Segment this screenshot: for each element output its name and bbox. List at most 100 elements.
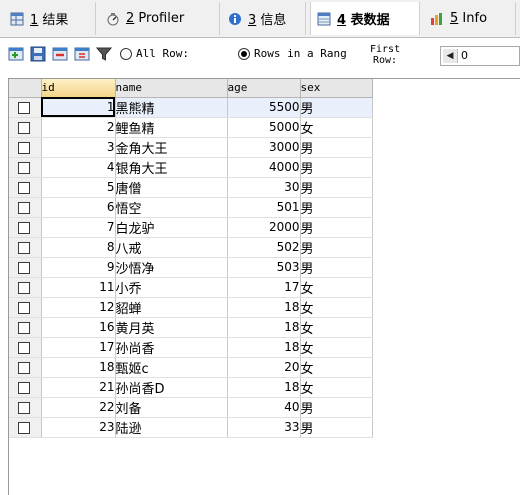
header-select-column[interactable] (9, 79, 42, 98)
cell-id[interactable]: 16 (41, 317, 116, 338)
cell-age[interactable]: 3000 (227, 137, 301, 158)
cell-id[interactable]: 23 (41, 417, 116, 438)
cell-age[interactable]: 502 (227, 237, 301, 258)
table-row[interactable]: 3 金角大王 3000 男 (9, 137, 373, 158)
cell-name[interactable]: 小乔 (115, 277, 228, 298)
cell-sex[interactable]: 男 (300, 257, 373, 278)
row-checkbox[interactable] (18, 222, 30, 234)
cell-sex[interactable]: 男 (300, 177, 373, 198)
delete-row-icon[interactable] (52, 46, 68, 62)
row-select-cell[interactable] (9, 397, 42, 418)
row-select-cell[interactable] (9, 317, 42, 338)
cell-sex[interactable]: 女 (300, 297, 373, 318)
table-row[interactable]: 16 黄月英 18 女 (9, 317, 373, 338)
cell-age[interactable]: 17 (227, 277, 301, 298)
cell-name[interactable]: 八戒 (115, 237, 228, 258)
cell-sex[interactable]: 男 (300, 417, 373, 438)
row-checkbox[interactable] (18, 142, 30, 154)
row-checkbox[interactable] (18, 362, 30, 374)
cell-age[interactable]: 18 (227, 377, 301, 398)
row-checkbox[interactable] (18, 422, 30, 434)
cell-id[interactable]: 18 (41, 357, 116, 378)
cell-id[interactable]: 22 (41, 397, 116, 418)
cell-name[interactable]: 黑熊精 (115, 97, 228, 118)
row-select-cell[interactable] (9, 297, 42, 318)
cell-id[interactable]: 4 (41, 157, 116, 178)
tab-table-data[interactable]: 4 表数据 (310, 2, 420, 35)
row-select-cell[interactable] (9, 357, 42, 378)
table-row[interactable]: 4 银角大王 4000 男 (9, 157, 373, 178)
row-select-cell[interactable] (9, 337, 42, 358)
cell-age[interactable]: 5500 (227, 97, 301, 118)
table-row[interactable]: 9 沙悟净 503 男 (9, 257, 373, 278)
cell-name[interactable]: 白龙驴 (115, 217, 228, 238)
row-checkbox[interactable] (18, 382, 30, 394)
cell-age[interactable]: 2000 (227, 217, 301, 238)
cell-age[interactable]: 501 (227, 197, 301, 218)
row-select-cell[interactable] (9, 377, 42, 398)
refresh-icon[interactable] (74, 46, 90, 62)
cell-sex[interactable]: 女 (300, 377, 373, 398)
cell-age[interactable]: 40 (227, 397, 301, 418)
insert-row-icon[interactable] (8, 46, 24, 62)
tab-profiler[interactable]: 2 Profiler (100, 2, 220, 35)
cell-name[interactable]: 鲤鱼精 (115, 117, 228, 138)
cell-id[interactable]: 12 (41, 297, 116, 318)
row-checkbox[interactable] (18, 282, 30, 294)
row-select-cell[interactable] (9, 257, 42, 278)
table-row[interactable]: 12 貂蝉 18 女 (9, 297, 373, 318)
column-header-name[interactable]: name (115, 79, 228, 98)
cell-sex[interactable]: 女 (300, 357, 373, 378)
column-header-sex[interactable]: sex (300, 79, 373, 98)
save-icon[interactable] (30, 46, 46, 62)
row-checkbox[interactable] (18, 182, 30, 194)
table-row[interactable]: 6 悟空 501 男 (9, 197, 373, 218)
row-checkbox[interactable] (18, 242, 30, 254)
table-row[interactable]: 1 黑熊精 5500 男 (9, 97, 373, 118)
table-row[interactable]: 7 白龙驴 2000 男 (9, 217, 373, 238)
cell-age[interactable]: 503 (227, 257, 301, 278)
row-select-cell[interactable] (9, 177, 42, 198)
cell-id[interactable]: 9 (41, 257, 116, 278)
table-row[interactable]: 18 甄姬c 20 女 (9, 357, 373, 378)
cell-id[interactable]: 17 (41, 337, 116, 358)
cell-age[interactable]: 18 (227, 337, 301, 358)
cell-id[interactable]: 2 (41, 117, 116, 138)
row-checkbox[interactable] (18, 322, 30, 334)
cell-age[interactable]: 4000 (227, 157, 301, 178)
table-row[interactable]: 5 唐僧 30 男 (9, 177, 373, 198)
tab-info[interactable]: 3 信息 (222, 2, 306, 35)
row-checkbox[interactable] (18, 202, 30, 214)
row-select-cell[interactable] (9, 217, 42, 238)
cell-age[interactable]: 18 (227, 297, 301, 318)
cell-sex[interactable]: 男 (300, 397, 373, 418)
cell-name[interactable]: 黄月英 (115, 317, 228, 338)
row-checkbox[interactable] (18, 342, 30, 354)
cell-age[interactable]: 5000 (227, 117, 301, 138)
cell-name[interactable]: 金角大王 (115, 137, 228, 158)
cell-name[interactable]: 刘备 (115, 397, 228, 418)
row-checkbox[interactable] (18, 162, 30, 174)
row-select-cell[interactable] (9, 117, 42, 138)
cell-sex[interactable]: 女 (300, 117, 373, 138)
filter-icon[interactable] (96, 46, 112, 62)
table-row[interactable]: 21 孙尚香D 18 女 (9, 377, 373, 398)
cell-name[interactable]: 唐僧 (115, 177, 228, 198)
row-select-cell[interactable] (9, 237, 42, 258)
column-header-age[interactable]: age (227, 79, 301, 98)
cell-id[interactable]: 7 (41, 217, 116, 238)
cell-sex[interactable]: 男 (300, 237, 373, 258)
cell-sex[interactable]: 女 (300, 317, 373, 338)
row-select-cell[interactable] (9, 97, 42, 118)
tab-results[interactable]: 1 结果 (4, 2, 96, 35)
row-checkbox[interactable] (18, 262, 30, 274)
table-row[interactable]: 23 陆逊 33 男 (9, 417, 373, 438)
cell-name[interactable]: 孙尚香 (115, 337, 228, 358)
cell-age[interactable]: 20 (227, 357, 301, 378)
cell-sex[interactable]: 男 (300, 97, 373, 118)
cell-sex[interactable]: 女 (300, 277, 373, 298)
cell-id[interactable]: 11 (41, 277, 116, 298)
column-header-id[interactable]: id (41, 79, 116, 98)
row-select-cell[interactable] (9, 277, 42, 298)
tab-info-en[interactable]: 5 Info (424, 2, 516, 35)
